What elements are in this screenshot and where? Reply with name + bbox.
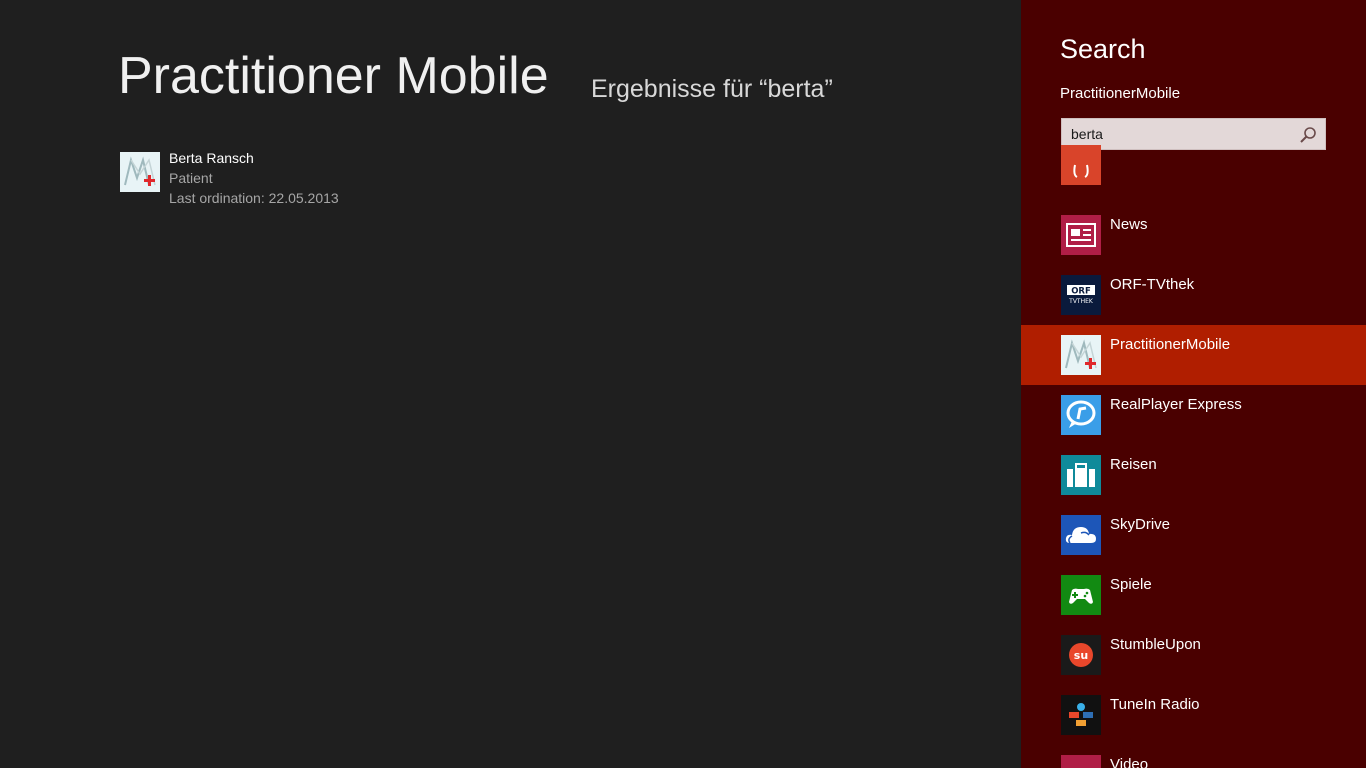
- patient-type: Patient: [169, 170, 213, 186]
- app-list-item-label: SkyDrive: [1110, 516, 1171, 533]
- app-list-item-label: StumbleUpon: [1110, 636, 1201, 653]
- stumbleupon-icon: su: [1061, 635, 1101, 675]
- search-app-list: News ORF TVTHEK ORF-TVthek PractitionerM…: [1021, 145, 1366, 768]
- practitioner-mobile-icon: [1061, 335, 1101, 375]
- app-list-item-realplayer-express[interactable]: RealPlayer Express: [1021, 385, 1366, 445]
- app-list-item-skydrive[interactable]: SkyDrive: [1021, 505, 1366, 565]
- app-list-item-label: RealPlayer Express: [1110, 396, 1242, 413]
- app-list-item-practitioner-mobile[interactable]: PractitionerMobile: [1021, 325, 1366, 385]
- last-ordination: Last ordination: 22.05.2013: [169, 190, 339, 206]
- stumbleupon-icon-text: su: [1074, 649, 1088, 662]
- app-list-item-label: Spiele: [1110, 576, 1152, 593]
- app-list-item-label: PractitionerMobile: [1110, 336, 1231, 353]
- patient-thumbnail: [120, 152, 160, 192]
- cloud-icon: [1061, 515, 1101, 555]
- search-result-text: Berta Ransch Patient Last ordination: 22…: [169, 148, 339, 208]
- app-list-item-video[interactable]: Video: [1021, 745, 1366, 768]
- search-charm-pane: Search PractitionerMobile berta News ORF…: [1021, 0, 1366, 768]
- app-list-item-label: TuneIn Radio: [1110, 696, 1200, 713]
- app-list-item-label: Video: [1110, 756, 1149, 768]
- tunein-icon: [1061, 695, 1101, 735]
- news-icon: [1061, 215, 1101, 255]
- app-list-item-label: Reisen: [1110, 456, 1157, 473]
- app-list-item-spiele[interactable]: Spiele: [1021, 565, 1366, 625]
- app-list-item-label: News: [1110, 216, 1148, 233]
- orf-icon-text: ORF: [1071, 287, 1091, 297]
- patient-name: Berta Ransch: [169, 150, 254, 166]
- results-subtitle: Ergebnisse für “berta”: [591, 75, 833, 103]
- search-charm-title: Search: [1060, 34, 1146, 64]
- app-list-item-news[interactable]: News: [1021, 205, 1366, 265]
- suitcase-icon: [1061, 455, 1101, 495]
- app-list-item-label: ORF-TVthek: [1110, 276, 1195, 293]
- app-canvas: Practitioner Mobile Ergebnisse für “bert…: [0, 0, 1021, 768]
- orf-tvthek-icon: ORF TVTHEK: [1061, 275, 1101, 315]
- search-result-item[interactable]: Berta Ransch Patient Last ordination: 22…: [120, 148, 420, 210]
- gamepad-icon: [1061, 575, 1101, 615]
- app-list-item-stumbleupon[interactable]: su StumbleUpon: [1021, 625, 1366, 685]
- app-list-item-partial[interactable]: [1021, 135, 1366, 195]
- video-icon: [1061, 755, 1101, 768]
- app-list-item-reisen[interactable]: Reisen: [1021, 445, 1366, 505]
- realplayer-icon: [1061, 395, 1101, 435]
- partial-app-icon: [1061, 145, 1101, 185]
- tvthek-icon-text: TVTHEK: [1068, 298, 1094, 305]
- app-list-item-tunein-radio[interactable]: TuneIn Radio: [1021, 685, 1366, 745]
- app-list-item-orf-tvthek[interactable]: ORF TVTHEK ORF-TVthek: [1021, 265, 1366, 325]
- page-title: Practitioner Mobile: [118, 47, 549, 105]
- search-scope-selector[interactable]: PractitionerMobile: [1060, 85, 1180, 102]
